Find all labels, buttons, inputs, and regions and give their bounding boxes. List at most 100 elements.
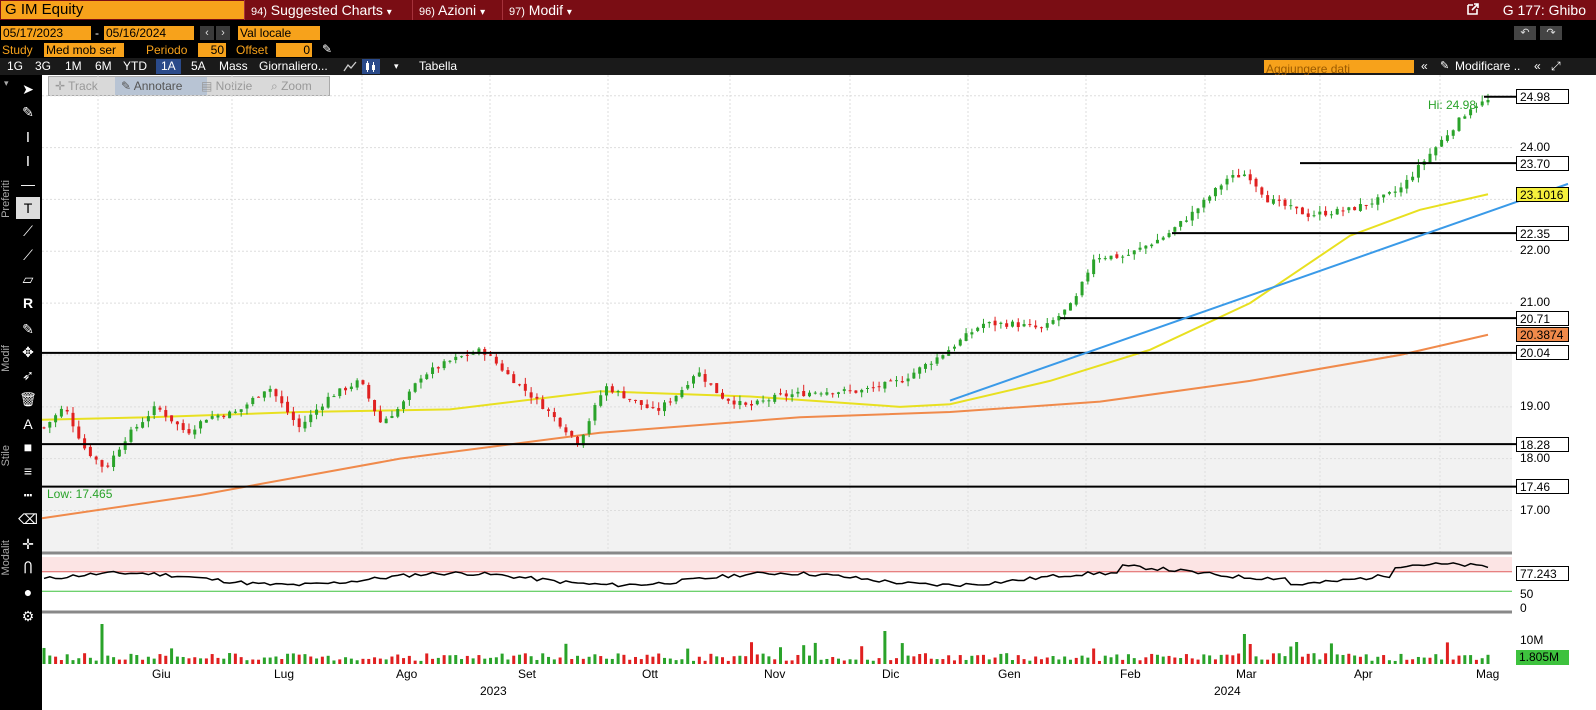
candle-body bbox=[315, 409, 319, 415]
volume-bar bbox=[262, 657, 266, 664]
volume-bar bbox=[83, 653, 87, 664]
volume-bar bbox=[245, 660, 249, 664]
candle-body bbox=[1022, 324, 1026, 327]
volume-bar bbox=[1474, 659, 1478, 664]
volume-bar bbox=[1242, 634, 1246, 664]
candle-body bbox=[1242, 174, 1246, 177]
volume-bar bbox=[842, 660, 846, 664]
volume-bar bbox=[547, 656, 551, 664]
volume-bar bbox=[622, 654, 626, 664]
x-month-label: Lug bbox=[274, 667, 295, 681]
candle-body bbox=[1393, 191, 1397, 193]
volume-bar bbox=[315, 658, 319, 664]
candle-body bbox=[1225, 178, 1229, 185]
candle-body bbox=[645, 404, 649, 409]
volume-bar bbox=[349, 658, 353, 664]
volume-bar bbox=[181, 656, 185, 664]
volume-bar bbox=[1312, 653, 1316, 664]
candle-body bbox=[1248, 174, 1252, 181]
candle-body bbox=[680, 390, 684, 398]
candle-body bbox=[146, 416, 150, 422]
volume-bar bbox=[906, 655, 910, 664]
volume-bar bbox=[65, 654, 69, 664]
volume-bar bbox=[170, 648, 174, 664]
volume-bar bbox=[970, 655, 974, 664]
candle-body bbox=[349, 386, 353, 390]
candle-body bbox=[587, 421, 591, 434]
volume-bar bbox=[877, 658, 881, 664]
candle-body bbox=[1208, 196, 1212, 201]
y-tick-label: 21.00 bbox=[1520, 295, 1551, 310]
candle-body bbox=[1051, 320, 1055, 324]
volume-bar bbox=[1248, 644, 1252, 664]
volume-bar bbox=[471, 658, 475, 664]
candle-body bbox=[889, 380, 893, 382]
volume-bar bbox=[1184, 654, 1188, 664]
candle-body bbox=[1155, 239, 1159, 244]
volume-bar bbox=[1190, 658, 1194, 664]
candle-body bbox=[175, 421, 179, 425]
candle-body bbox=[448, 360, 452, 362]
volume-bar bbox=[1202, 654, 1206, 664]
candle-body bbox=[489, 354, 493, 356]
candle-body bbox=[819, 393, 823, 395]
candle-body bbox=[187, 429, 191, 434]
candle-body bbox=[1451, 130, 1455, 136]
volume-bar bbox=[628, 659, 632, 664]
candle-body bbox=[1103, 258, 1107, 260]
candle-body bbox=[1045, 323, 1049, 328]
volume-bar bbox=[802, 645, 806, 664]
volume-bar bbox=[663, 657, 667, 664]
candle-body bbox=[1335, 208, 1339, 215]
candle-body bbox=[413, 383, 417, 392]
candle-body bbox=[1260, 187, 1264, 195]
candle-body bbox=[431, 367, 435, 374]
volume-bar bbox=[77, 658, 81, 664]
volume-bar bbox=[117, 659, 121, 664]
price-label: 20.3874 bbox=[1516, 327, 1569, 343]
volume-bar bbox=[1300, 656, 1304, 664]
volume-bar bbox=[900, 643, 904, 664]
candle-body bbox=[100, 460, 104, 467]
candle-body bbox=[204, 419, 208, 423]
candle-body bbox=[842, 389, 846, 391]
volume-bar bbox=[286, 653, 290, 664]
candle-body bbox=[384, 418, 388, 424]
volume-bar bbox=[1295, 642, 1299, 664]
price-label: 20.71 bbox=[1516, 310, 1569, 326]
volume-bar bbox=[1428, 657, 1432, 664]
volume-bar bbox=[367, 658, 371, 664]
volume-bar bbox=[431, 658, 435, 664]
candle-body bbox=[106, 465, 110, 467]
candle-body bbox=[634, 399, 638, 401]
volume-bar bbox=[332, 660, 336, 664]
volume-bar bbox=[860, 646, 864, 664]
volume-bar bbox=[436, 657, 440, 664]
volume-bar bbox=[402, 658, 406, 664]
candle-body bbox=[1132, 250, 1136, 255]
volume-bar bbox=[239, 657, 243, 664]
candle-body bbox=[1231, 175, 1235, 178]
volume-bar bbox=[465, 655, 469, 664]
candle-body bbox=[1358, 204, 1362, 211]
volume-bar bbox=[732, 656, 736, 664]
volume-bar bbox=[894, 658, 898, 664]
candle-body bbox=[373, 400, 377, 412]
candle-body bbox=[518, 384, 522, 386]
chart-grid bbox=[42, 75, 1512, 555]
volume-bar bbox=[941, 659, 945, 664]
volume-bar bbox=[506, 659, 510, 664]
candle-body bbox=[784, 393, 788, 397]
volume-bar bbox=[952, 660, 956, 664]
volume-bar bbox=[993, 657, 997, 664]
volume-bar bbox=[407, 655, 411, 664]
volume-bar bbox=[1138, 660, 1142, 664]
volume-bar bbox=[1347, 653, 1351, 664]
candle-body bbox=[222, 415, 226, 418]
volume-bar bbox=[976, 655, 980, 664]
y-tick-label: 19.00 bbox=[1520, 398, 1551, 413]
candle-body bbox=[1434, 147, 1438, 156]
candle-body bbox=[216, 415, 220, 418]
volume-bar bbox=[651, 656, 655, 664]
candle-body bbox=[1463, 116, 1467, 119]
